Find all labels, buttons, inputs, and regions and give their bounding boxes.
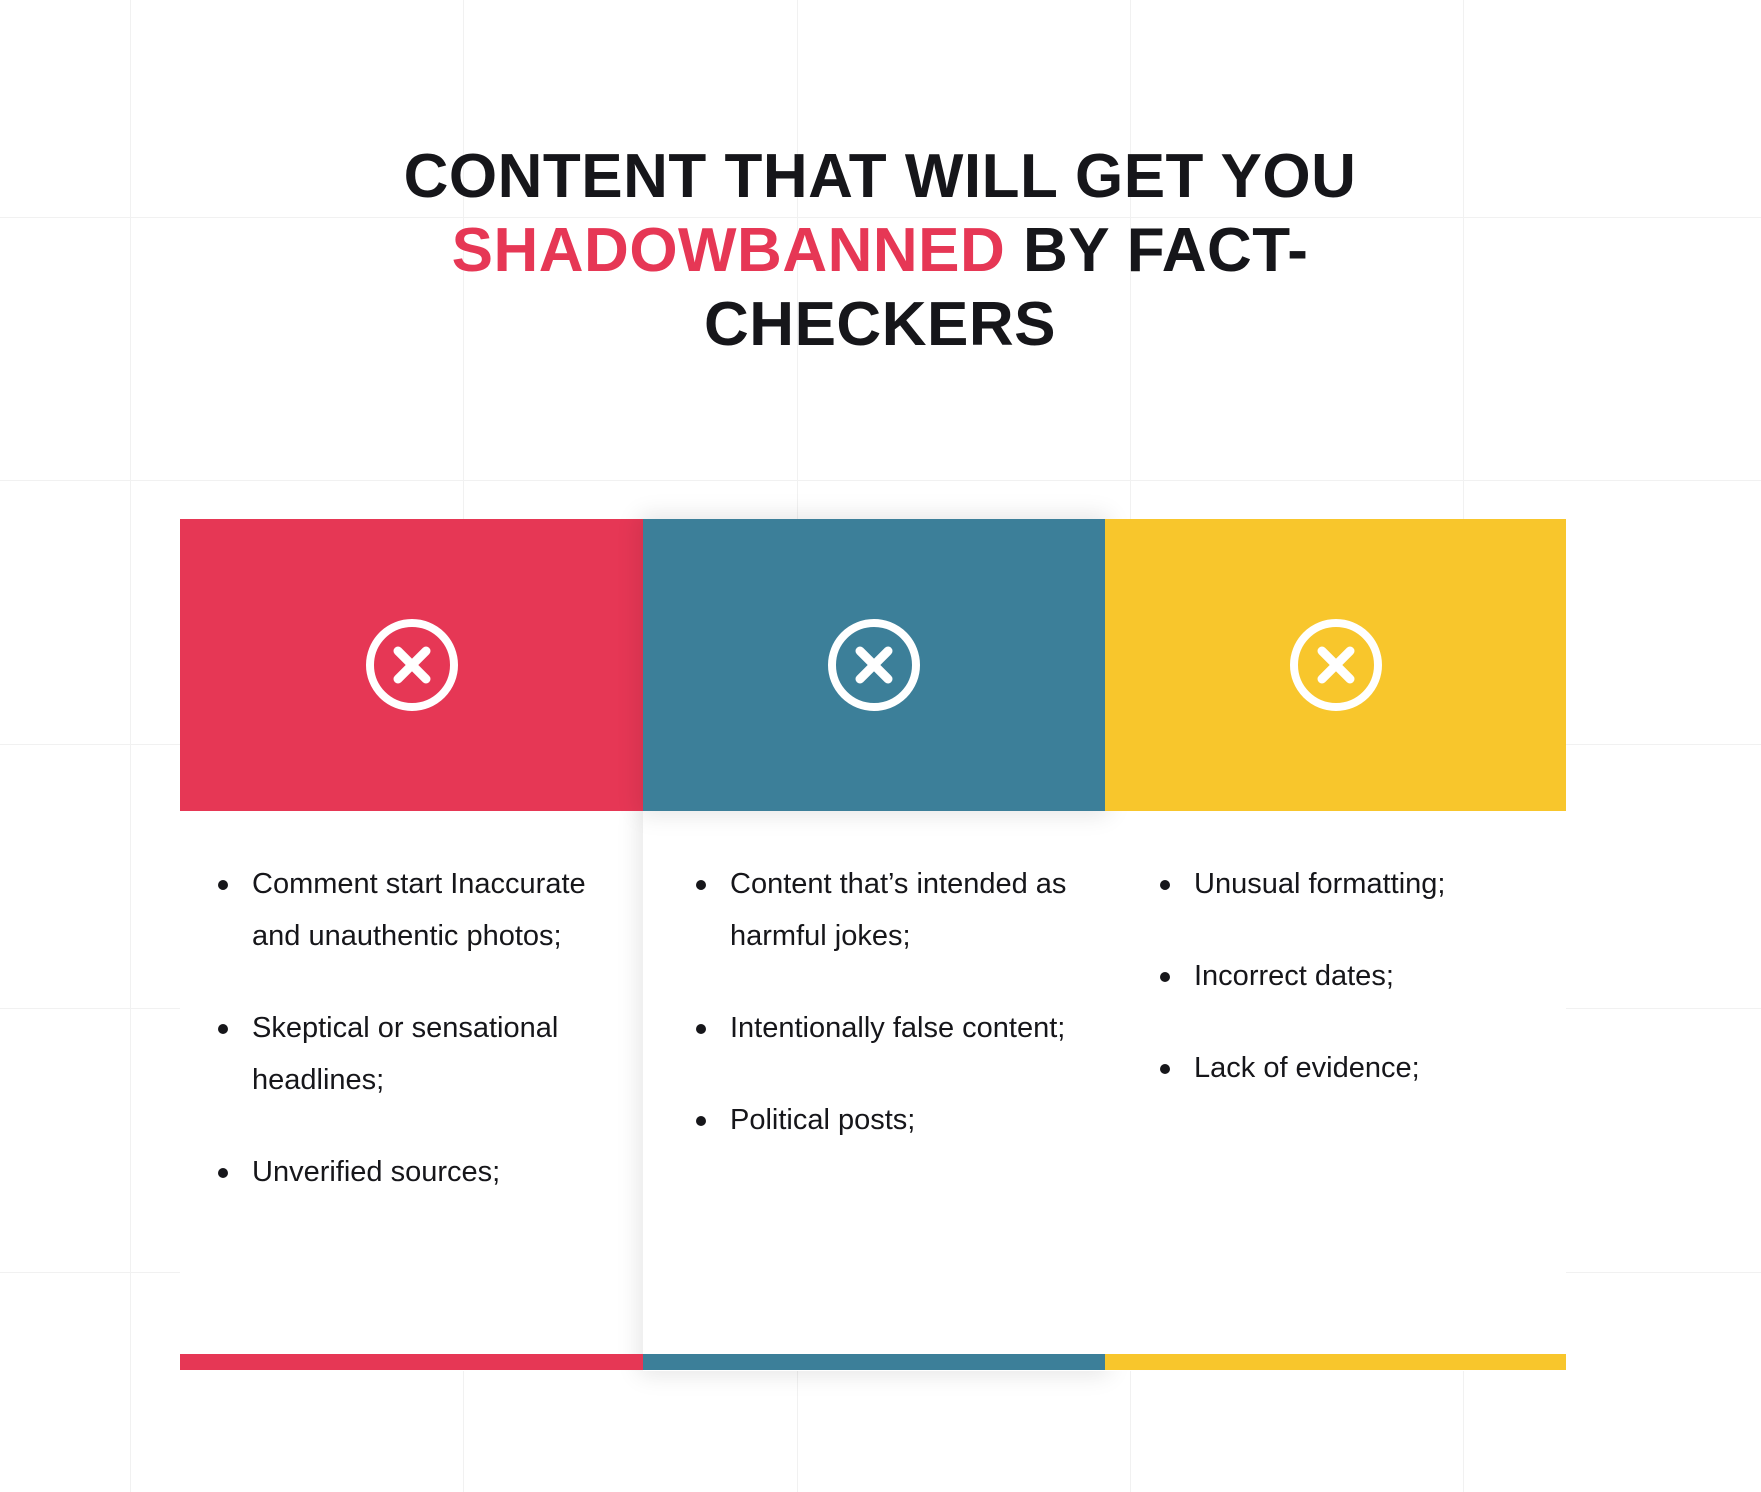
- list-item: Comment start Inaccurate and unauthentic…: [210, 858, 635, 962]
- list-item: Unusual formatting;: [1152, 858, 1556, 910]
- bottom-bar-segment-red: [180, 1354, 643, 1370]
- list-item: Skeptical or sensational headlines;: [210, 1002, 635, 1106]
- column-yellow-header: [1105, 519, 1566, 811]
- columns-container: Comment start Inaccurate and unauthentic…: [180, 519, 1566, 1371]
- list-item: Political posts;: [688, 1094, 1095, 1146]
- column-blue-body: Content that’s intended as harmful jokes…: [643, 811, 1105, 1371]
- column-red-bullet-list: Comment start Inaccurate and unauthentic…: [180, 858, 643, 1198]
- column-yellow-body: Unusual formatting; Incorrect dates; Lac…: [1105, 811, 1566, 1371]
- circle-x-icon: [828, 619, 920, 711]
- column-blue: Content that’s intended as harmful jokes…: [643, 519, 1105, 1371]
- grid-line-horizontal: [0, 480, 1761, 481]
- grid-line-vertical: [130, 0, 131, 1492]
- column-yellow-bullet-list: Unusual formatting; Incorrect dates; Lac…: [1105, 858, 1566, 1094]
- page-title: Content that will get you shadowbanned b…: [355, 140, 1405, 362]
- column-red-body: Comment start Inaccurate and unauthentic…: [180, 811, 643, 1371]
- circle-x-icon: [1289, 619, 1382, 711]
- column-blue-header: [643, 519, 1105, 811]
- list-item: Unverified sources;: [210, 1146, 635, 1198]
- bottom-bar-segment-yellow: [1105, 1354, 1566, 1370]
- bottom-bar-segment-blue: [643, 1354, 1105, 1370]
- bottom-accent-bar: [180, 1354, 1566, 1370]
- list-item: Incorrect dates;: [1152, 950, 1556, 1002]
- list-item: Lack of evidence;: [1152, 1042, 1556, 1094]
- list-item: Content that’s intended as harmful jokes…: [688, 858, 1095, 962]
- page-title-highlight: shadowbanned: [451, 216, 1006, 285]
- title-block: Content that will get you shadowbanned b…: [355, 140, 1405, 362]
- column-red: Comment start Inaccurate and unauthentic…: [180, 519, 643, 1371]
- circle-x-icon: [365, 619, 458, 711]
- column-yellow: Unusual formatting; Incorrect dates; Lac…: [1105, 519, 1566, 1371]
- column-red-header: [180, 519, 643, 811]
- column-blue-bullet-list: Content that’s intended as harmful jokes…: [643, 858, 1105, 1146]
- list-item: Intentionally false content;: [688, 1002, 1095, 1054]
- page-title-part1: Content that will get you: [403, 142, 1357, 211]
